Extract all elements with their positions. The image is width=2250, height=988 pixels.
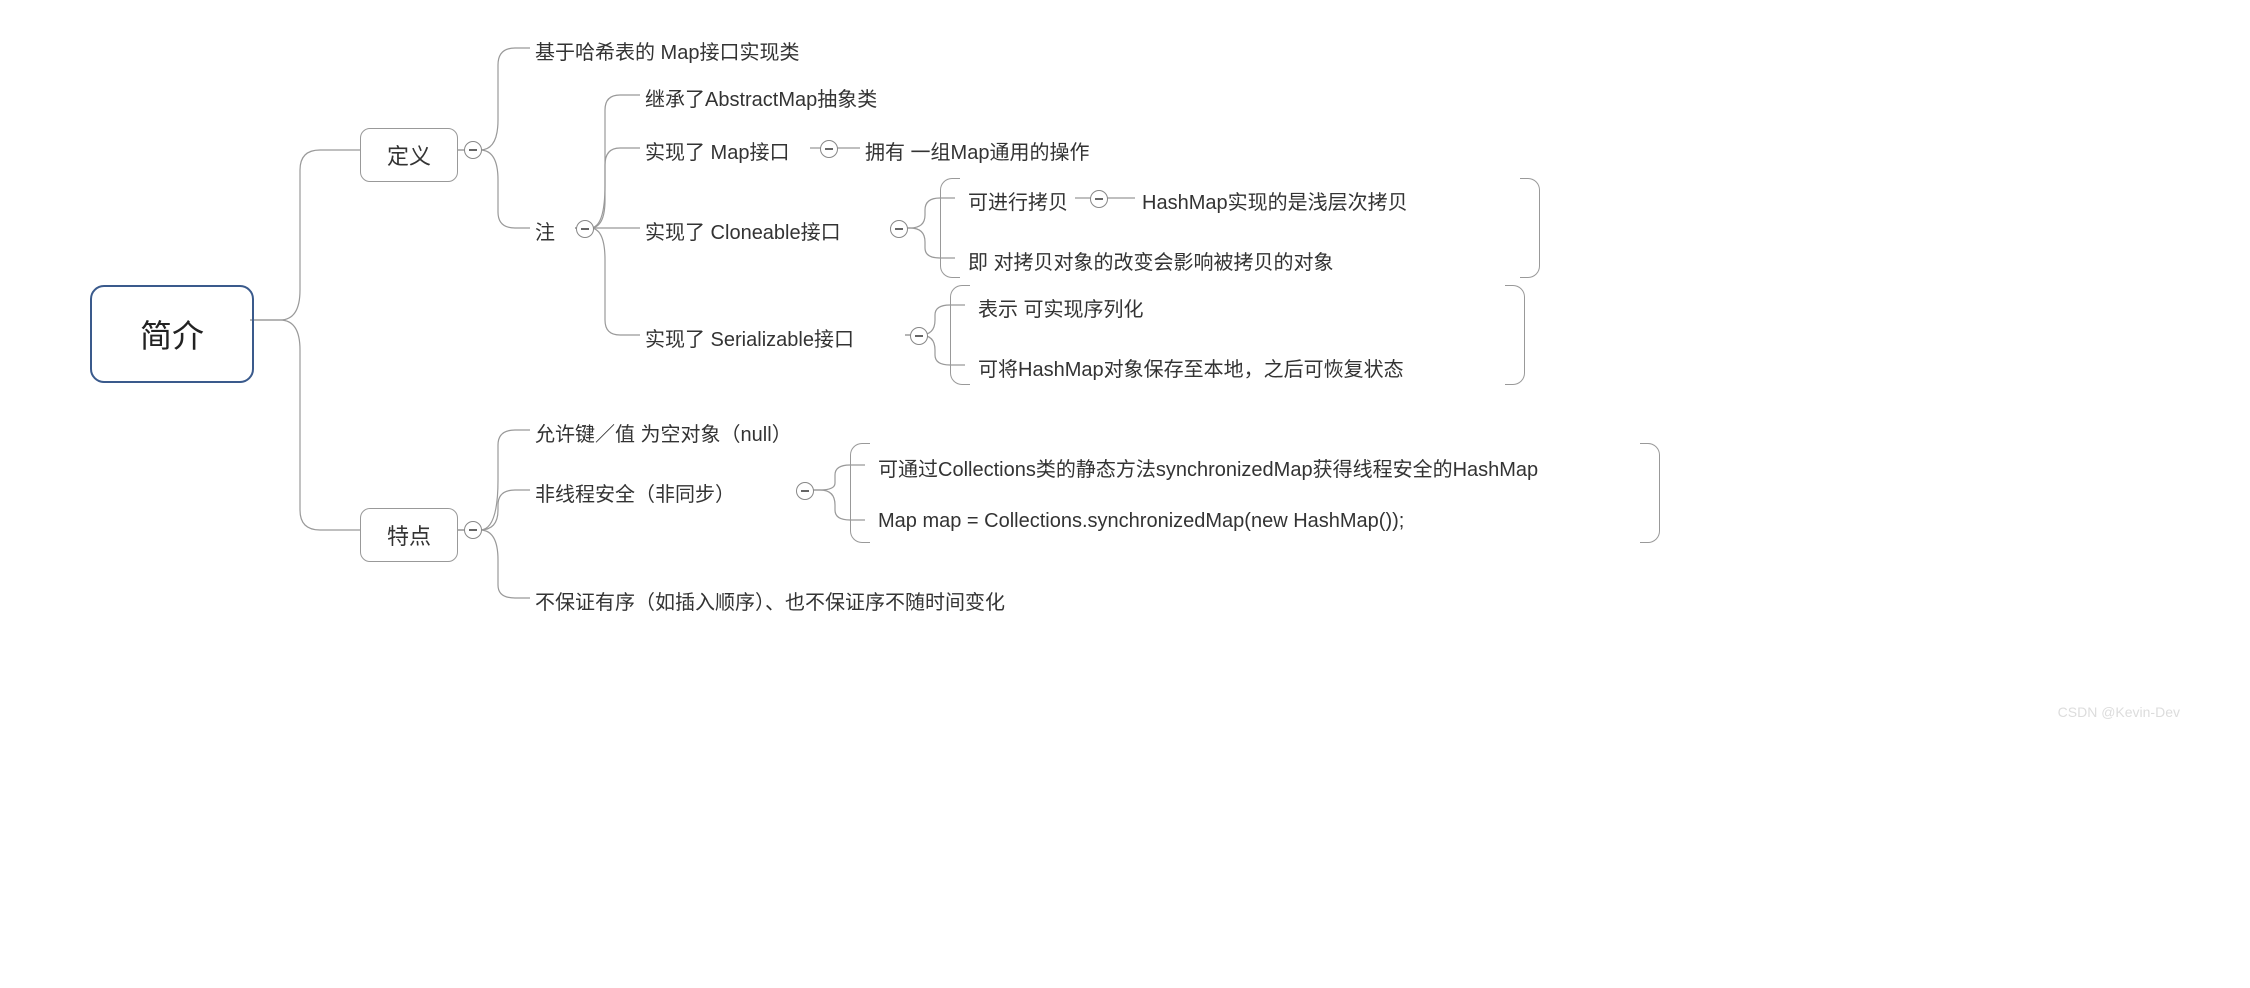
bracket [950, 285, 970, 385]
collapse-icon[interactable] [464, 141, 482, 159]
collapse-icon[interactable] [576, 220, 594, 238]
root-node[interactable]: 简介 [90, 285, 254, 383]
note-item-map: 实现了 Map接口 [645, 136, 789, 165]
serial-child-1: 可将HashMap对象保存至本地，之后可恢复状态 [978, 353, 1404, 382]
collapse-icon[interactable] [910, 327, 928, 345]
clone-child-0: 可进行拷贝 [968, 186, 1068, 215]
serial-child-0: 表示 可实现序列化 [978, 293, 1144, 322]
feature-0: 允许键／值 为空对象（null） [535, 418, 792, 447]
threadsafe-child-0: 可通过Collections类的静态方法synchronizedMap获得线程安… [878, 453, 1538, 482]
bracket [1505, 285, 1525, 385]
collapse-icon[interactable] [1090, 190, 1108, 208]
threadsafe-child-1: Map map = Collections.synchronizedMap(ne… [878, 510, 1404, 533]
bracket [1520, 178, 1540, 278]
feature-1: 非线程安全（非同步） [535, 478, 735, 507]
definition-item-0: 基于哈希表的 Map接口实现类 [535, 36, 799, 65]
bracket [940, 178, 960, 278]
collapse-icon[interactable] [796, 482, 814, 500]
definition-node[interactable]: 定义 [360, 128, 458, 182]
note-label: 注 [535, 216, 555, 245]
note-item-serializable: 实现了 Serializable接口 [645, 323, 854, 352]
mindmap-canvas: 简介 定义 基于哈希表的 Map接口实现类 注 继承了AbstractMap抽象… [60, 30, 2190, 710]
feature-2: 不保证有序（如插入顺序）、也不保证序不随时间变化 [535, 586, 1005, 615]
bracket [1640, 443, 1660, 543]
features-node[interactable]: 特点 [360, 508, 458, 562]
map-child: 拥有 一组Map通用的操作 [865, 136, 1089, 165]
note-item-abstractmap: 继承了AbstractMap抽象类 [645, 83, 877, 112]
clone-child-1: 即 对拷贝对象的改变会影响被拷贝的对象 [968, 246, 1334, 275]
clone-grandchild: HashMap实现的是浅层次拷贝 [1142, 186, 1408, 215]
collapse-icon[interactable] [464, 521, 482, 539]
collapse-icon[interactable] [820, 140, 838, 158]
collapse-icon[interactable] [890, 220, 908, 238]
watermark: CSDN @Kevin-Dev [2058, 704, 2180, 720]
note-item-cloneable: 实现了 Cloneable接口 [645, 216, 841, 245]
bracket [850, 443, 870, 543]
